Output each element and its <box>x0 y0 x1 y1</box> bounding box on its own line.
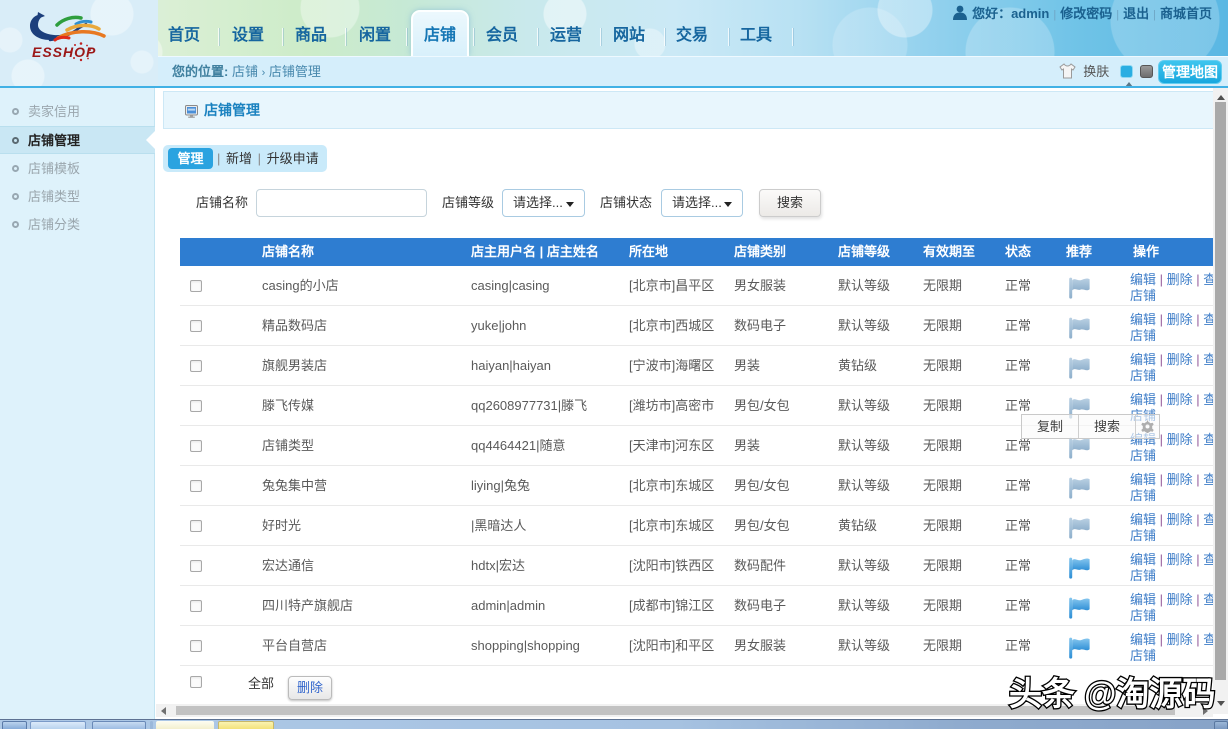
svg-text:ESSHOP: ESSHOP <box>32 44 96 60</box>
svg-text:头条 @淘源码: 头条 @淘源码 <box>1009 675 1215 712</box>
